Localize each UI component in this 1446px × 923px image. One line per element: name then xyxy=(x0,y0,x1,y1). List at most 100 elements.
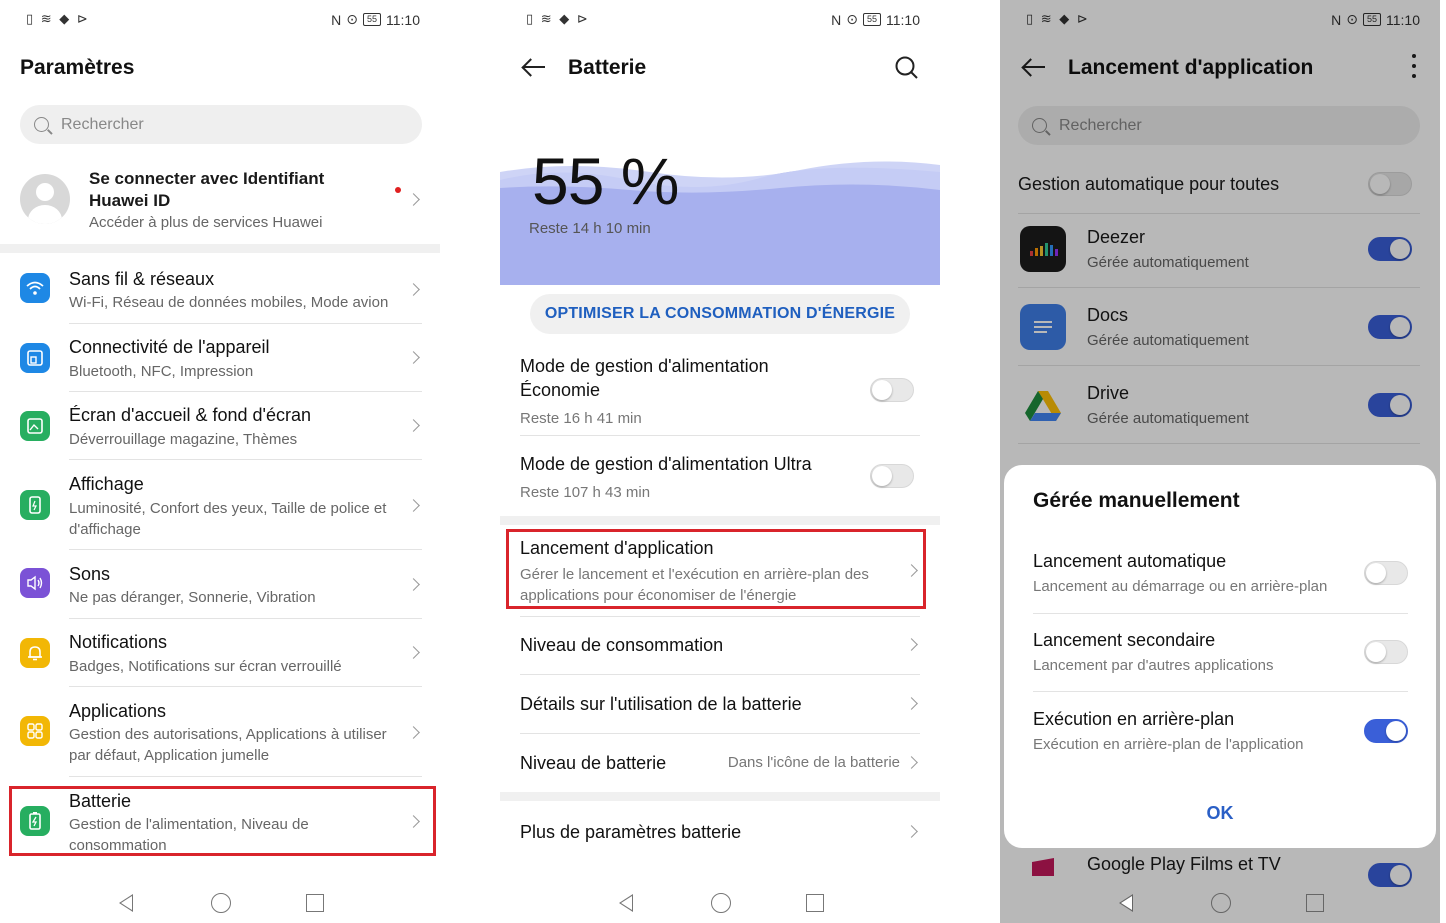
settings-screen: ▯ ≋ ◆ ⊳ N ⊙ 55 11:10 Paramètres Rechercher … xyxy=(0,0,440,923)
battery-percent: 55 % xyxy=(532,144,679,218)
location-icon: ⊙ xyxy=(846,11,858,27)
settings-item-applications[interactable]: Applications Gestion des autorisations, … xyxy=(0,687,440,777)
eco-toggle[interactable] xyxy=(870,378,914,402)
bell-icon xyxy=(20,638,50,668)
chevron-right-icon xyxy=(407,726,420,739)
battery-status-icon: 55 xyxy=(862,13,881,26)
item-desc: Luminosité, Confort des yeux, Taille de … xyxy=(69,500,387,538)
page-title: Batterie xyxy=(568,56,647,79)
separator xyxy=(1033,613,1408,614)
row-sub: Reste 16 h 41 min xyxy=(520,410,642,427)
row-title: Exécution en arrière-plan xyxy=(1033,709,1235,729)
auto-launch-row[interactable]: Lancement automatique Lancement au démar… xyxy=(1033,551,1408,621)
dialog-title: Gérée manuellement xyxy=(1033,489,1240,512)
divider xyxy=(500,792,940,801)
divider xyxy=(500,516,940,525)
navigation-bar xyxy=(0,883,440,923)
item-label: Connectivité de l'appareil xyxy=(69,337,270,357)
ultra-toggle[interactable] xyxy=(870,464,914,488)
row-title: Lancement secondaire xyxy=(1033,630,1216,650)
navigation-bar xyxy=(500,883,940,923)
search-icon[interactable] xyxy=(894,55,920,86)
wifi-icon xyxy=(20,273,50,303)
battery-level-row[interactable]: Niveau de batterie Dans l'icône de la ba… xyxy=(520,733,920,792)
item-label: Affichage xyxy=(69,474,144,494)
nav-home-icon[interactable] xyxy=(711,893,731,913)
battery-screen: ▯ ≋ ◆ ⊳ N ⊙ 55 11:10 Batterie 55 % Reste 14… xyxy=(500,0,940,923)
chevron-right-icon xyxy=(407,499,420,512)
location-icon: ⊙ xyxy=(346,11,358,27)
secondary-launch-row[interactable]: Lancement secondaire Lancement par d'aut… xyxy=(1033,630,1408,700)
nav-back-icon[interactable] xyxy=(1119,894,1133,912)
ok-button[interactable]: OK xyxy=(1004,803,1436,824)
device-connectivity-icon xyxy=(20,343,50,373)
battery-status-icon: 55 xyxy=(362,13,381,26)
item-label: Sans fil & réseaux xyxy=(69,269,215,289)
wallpaper-icon xyxy=(20,411,50,441)
app-launch-screen: ▯ ≋ ◆ ⊳ N ⊙ 55 11:10 Lancement d'applicatio… xyxy=(1000,0,1440,923)
item-label: Sons xyxy=(69,564,111,584)
account-row[interactable]: Se connecter avec Identifiant Huawei ID … xyxy=(0,160,440,240)
navigation-bar xyxy=(1000,883,1440,923)
battery-usage-details-row[interactable]: Détails sur l'utilisation de la batterie xyxy=(520,674,920,733)
settings-item-wireless[interactable]: Sans fil & réseaux Wi-Fi, Réseau de donn… xyxy=(0,256,440,324)
highlight-box xyxy=(506,529,926,609)
nfc-icon: N xyxy=(831,11,842,28)
status-icons: ▯ ≋ ◆ ⊳ xyxy=(526,11,590,26)
row-title: Détails sur l'utilisation de la batterie xyxy=(520,694,802,714)
item-desc: Wi-Fi, Réseau de données mobiles, Mode a… xyxy=(69,294,389,311)
row-title: Lancement automatique xyxy=(1033,551,1227,571)
more-battery-settings-row[interactable]: Plus de paramètres batterie xyxy=(520,801,920,861)
sound-icon xyxy=(20,568,50,598)
status-bar: ▯ ≋ ◆ ⊳ N ⊙ 55 11:10 xyxy=(500,0,940,38)
chevron-right-icon xyxy=(407,283,420,296)
nav-home-icon[interactable] xyxy=(1211,893,1231,913)
power-mode-ultra-row[interactable]: Mode de gestion d'alimentation Ultra Res… xyxy=(520,452,920,516)
manual-management-dialog: Gérée manuellement Lancement automatique… xyxy=(1004,465,1436,848)
account-sub: Accéder à plus de services Huawei xyxy=(89,214,323,231)
nfc-icon: N xyxy=(331,11,342,28)
separator xyxy=(520,616,920,617)
chevron-right-icon xyxy=(407,193,420,206)
chevron-right-icon xyxy=(407,646,420,659)
separator xyxy=(520,674,920,675)
notification-dot xyxy=(395,187,401,193)
background-run-row[interactable]: Exécution en arrière-plan Exécution en a… xyxy=(1033,709,1408,779)
auto-launch-toggle[interactable] xyxy=(1364,561,1408,585)
search-input[interactable]: Rechercher xyxy=(20,105,422,144)
nav-home-icon[interactable] xyxy=(211,893,231,913)
nav-back-icon[interactable] xyxy=(619,894,633,912)
item-desc: Badges, Notifications sur écran verrouil… xyxy=(69,658,342,675)
secondary-launch-toggle[interactable] xyxy=(1364,640,1408,664)
consumption-level-row[interactable]: Niveau de consommation xyxy=(520,616,920,674)
settings-item-home-screen[interactable]: Écran d'accueil & fond d'écran Déverroui… xyxy=(0,392,440,460)
settings-item-connectivity[interactable]: Connectivité de l'appareil Bluetooth, NF… xyxy=(0,324,440,392)
row-sub: Lancement par d'autres applications xyxy=(1033,657,1274,674)
highlight-box xyxy=(9,786,436,856)
separator xyxy=(1033,691,1408,692)
status-bar: ▯ ≋ ◆ ⊳ N ⊙ 55 11:10 xyxy=(0,0,440,38)
battery-remaining: Reste 14 h 10 min xyxy=(529,220,651,237)
power-mode-eco-row[interactable]: Mode de gestion d'alimentation Économie … xyxy=(520,354,920,436)
apps-icon xyxy=(20,716,50,746)
settings-item-display[interactable]: Affichage Luminosité, Confort des yeux, … xyxy=(0,460,440,550)
clock: 11:10 xyxy=(886,11,920,28)
divider xyxy=(0,244,440,253)
settings-item-notifications[interactable]: Notifications Badges, Notifications sur … xyxy=(0,619,440,687)
display-icon xyxy=(20,490,50,520)
background-run-toggle[interactable] xyxy=(1364,719,1408,743)
settings-item-sounds[interactable]: Sons Ne pas déranger, Sonnerie, Vibratio… xyxy=(0,550,440,619)
nav-back-icon[interactable] xyxy=(119,894,133,912)
search-icon xyxy=(34,117,49,132)
row-value: Dans l'icône de la batterie xyxy=(727,754,900,771)
page-title: Paramètres xyxy=(20,56,135,79)
back-arrow-icon[interactable] xyxy=(523,66,545,68)
chevron-right-icon xyxy=(407,351,420,364)
nav-recents-icon[interactable] xyxy=(806,894,824,912)
nav-recents-icon[interactable] xyxy=(1306,894,1324,912)
optimize-button[interactable]: OPTIMISER LA CONSOMMATION D'ÉNERGIE xyxy=(530,294,910,334)
row-title: Mode de gestion d'alimentation Économie xyxy=(520,356,769,400)
nav-recents-icon[interactable] xyxy=(306,894,324,912)
account-name: Se connecter avec Identifiant Huawei ID xyxy=(89,169,325,210)
avatar xyxy=(20,174,70,224)
